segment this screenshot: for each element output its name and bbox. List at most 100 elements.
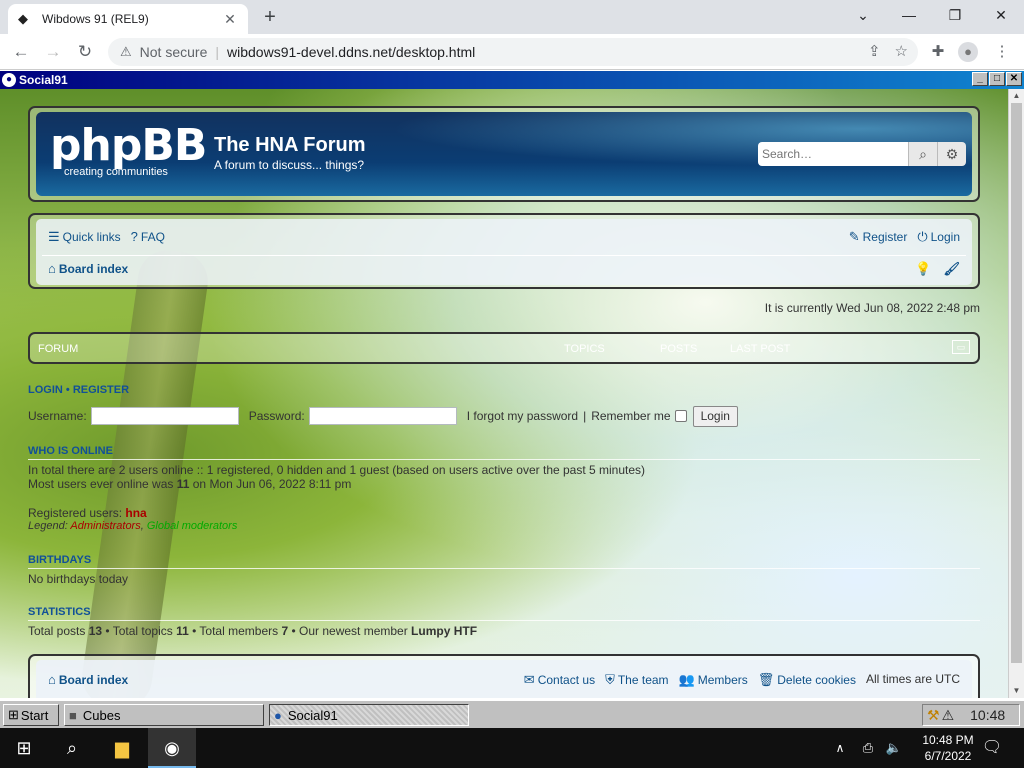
total-topics-value: 11	[176, 624, 189, 638]
tab-search-chevron-icon[interactable]: ⌄	[840, 4, 886, 28]
login-label: Login	[930, 230, 960, 244]
mark-read-icon[interactable]: ▭	[952, 340, 970, 354]
browser-tab[interactable]: ◆ Wibdows 91 (REL9) ✕	[8, 4, 248, 34]
power-icon: ⏻	[917, 229, 928, 244]
online-users-summary: In total there are 2 users online :: 1 r…	[28, 463, 646, 477]
forgot-password-link[interactable]: I forgot my password	[467, 409, 578, 423]
most-users-pre: Most users ever online was	[28, 477, 177, 491]
taskbar-item-cubes[interactable]: ■ Cubes	[64, 704, 264, 726]
username-input[interactable]	[90, 407, 239, 425]
advanced-search-gear-icon[interactable]: ⚙	[937, 142, 966, 166]
warning-icon[interactable]: ⚠	[942, 707, 955, 724]
share-icon[interactable]: ⇪	[868, 42, 881, 60]
register-link[interactable]: ✎ Register	[849, 229, 908, 245]
bookmark-star-icon[interactable]: ☆	[895, 42, 908, 60]
trash-icon: 🗑	[757, 672, 775, 687]
login-link[interactable]: ⏻ Login	[917, 229, 960, 245]
contact-us-link[interactable]: ✉ Contact us	[524, 672, 595, 688]
tab-close-icon[interactable]: ✕	[222, 11, 238, 28]
chrome-menu-kebab-icon[interactable]: ⋮	[992, 42, 1012, 62]
reload-icon[interactable]: ↻	[72, 40, 98, 64]
login-register-heading: Login • Register	[28, 384, 129, 396]
wibdows-favicon-icon: ◆	[18, 11, 28, 26]
scroll-up-arrow-icon[interactable]: ▲	[1009, 89, 1024, 103]
username-label: Username:	[28, 409, 87, 423]
remember-me-checkbox[interactable]	[674, 410, 687, 422]
page-viewport: phpBB creating communities The HNA Forum…	[0, 89, 1008, 698]
close-window-button[interactable]: ✕	[978, 4, 1024, 28]
registered-user-link[interactable]: hna	[125, 506, 146, 520]
legend-administrators-link[interactable]: Administrators	[70, 520, 140, 532]
profile-avatar-icon[interactable]: ●	[958, 42, 978, 62]
who-is-online-heading[interactable]: Who is online	[28, 445, 113, 457]
brush-icon[interactable]: 🖌	[943, 261, 960, 277]
browser-toolbar: ← → ↻ ⚠ Not secure | wibdows91-devel.ddn…	[0, 34, 1024, 70]
board-index-breadcrumb[interactable]: ⌂ Board index	[48, 261, 128, 276]
social91-window-titlebar[interactable]: ● Social91 _ □ ✕	[0, 71, 1024, 89]
search-input[interactable]	[758, 142, 908, 166]
forum-column-header: Forum	[38, 343, 79, 355]
shield-icon: ⛨	[605, 672, 615, 687]
register-heading-link[interactable]: Register	[73, 384, 129, 396]
notifications-icon[interactable]: 🗨	[968, 728, 1016, 768]
window-close-button[interactable]: ✕	[1006, 72, 1022, 86]
remember-me-label: Remember me	[591, 409, 671, 423]
file-explorer-icon[interactable]: ▆	[98, 728, 146, 768]
the-team-link[interactable]: ⛨ The team	[605, 672, 668, 688]
extensions-puzzle-icon[interactable]: ✚	[928, 42, 948, 62]
topics-column-header: Topics	[564, 343, 605, 355]
site-title: The HNA Forum	[214, 134, 366, 156]
not-secure-label[interactable]: Not secure	[140, 44, 208, 60]
url-text[interactable]: wibdows91-devel.ddns.net/desktop.html	[227, 44, 475, 60]
quick-login-form: Username: Password: I forgot my password…	[28, 405, 738, 427]
delete-cookies-link[interactable]: 🗑 Delete cookies	[758, 672, 856, 688]
search-icon[interactable]: ⌕	[908, 142, 937, 166]
window-minimize-button[interactable]: _	[972, 72, 988, 86]
heading-bullet: •	[65, 384, 70, 396]
tray-clock[interactable]: 10:48	[970, 707, 1005, 723]
footer-board-index-link[interactable]: ⌂ Board index	[48, 672, 128, 687]
question-circle-icon: ?	[130, 229, 138, 244]
scroll-down-arrow-icon[interactable]: ▼	[1009, 684, 1024, 698]
start-button[interactable]: ⊞ Start	[3, 704, 59, 726]
wrench-icon[interactable]: ⚒	[927, 707, 940, 724]
members-link[interactable]: 👥 Members	[679, 672, 748, 688]
network-icon[interactable]: ⎙	[856, 728, 880, 768]
forward-arrow-icon[interactable]: →	[40, 40, 66, 64]
quick-links-label: Quick links	[62, 230, 121, 244]
window-title: Social91	[19, 73, 68, 87]
address-bar[interactable]: ⚠ Not secure | wibdows91-devel.ddns.net/…	[108, 38, 918, 66]
warning-triangle-icon[interactable]: ⚠	[120, 44, 132, 60]
home-icon: ⌂	[48, 261, 56, 276]
password-input[interactable]	[308, 407, 457, 425]
restore-button[interactable]: ❐	[932, 4, 978, 28]
newest-member-link[interactable]: Lumpy HTF	[411, 624, 477, 638]
quick-links-link[interactable]: ☰ Quick links	[48, 229, 121, 245]
new-tab-button[interactable]: +	[258, 6, 282, 30]
window-maximize-button[interactable]: □	[989, 72, 1005, 86]
phpbb-logo[interactable]: phpBB creating communities	[50, 124, 207, 179]
last-post-column-header: Last post	[730, 343, 791, 355]
users-icon: 👥	[678, 672, 695, 687]
forum-list-header: Forum Topics Posts Last post ▭	[28, 332, 980, 364]
taskbar-item-social91[interactable]: ● Social91	[269, 704, 469, 726]
login-heading-link[interactable]: Login	[28, 384, 63, 396]
most-users-date: on Mon Jun 06, 2022 8:11 pm	[189, 477, 352, 491]
show-hidden-icons-chevron-icon[interactable]: ∧	[828, 728, 852, 768]
volume-icon[interactable]: 🔈	[882, 728, 906, 768]
back-arrow-icon[interactable]: ←	[8, 40, 34, 64]
lightbulb-icon[interactable]: 💡	[915, 261, 931, 277]
chrome-taskbar-icon[interactable]: ◉	[148, 728, 196, 768]
legend-global-moderators-link[interactable]: Global moderators	[147, 520, 238, 532]
faq-link[interactable]: ? FAQ	[131, 229, 165, 245]
windows-start-icon[interactable]: ⊞	[0, 728, 48, 768]
minimize-button[interactable]: —	[886, 4, 932, 28]
cube-icon: ■	[69, 707, 77, 723]
search-icon[interactable]: ⌕	[48, 728, 96, 768]
login-button[interactable]: Login	[692, 405, 738, 427]
footer-row: ⌂ Board index ✉ Contact us ⛨ The team 👥 Memb…	[48, 672, 960, 690]
page-scrollbar[interactable]: ▲ ▼	[1008, 89, 1024, 698]
site-description: A forum to discuss... things?	[214, 158, 365, 172]
nav-divider	[42, 255, 966, 256]
scrollbar-thumb[interactable]	[1011, 103, 1022, 663]
